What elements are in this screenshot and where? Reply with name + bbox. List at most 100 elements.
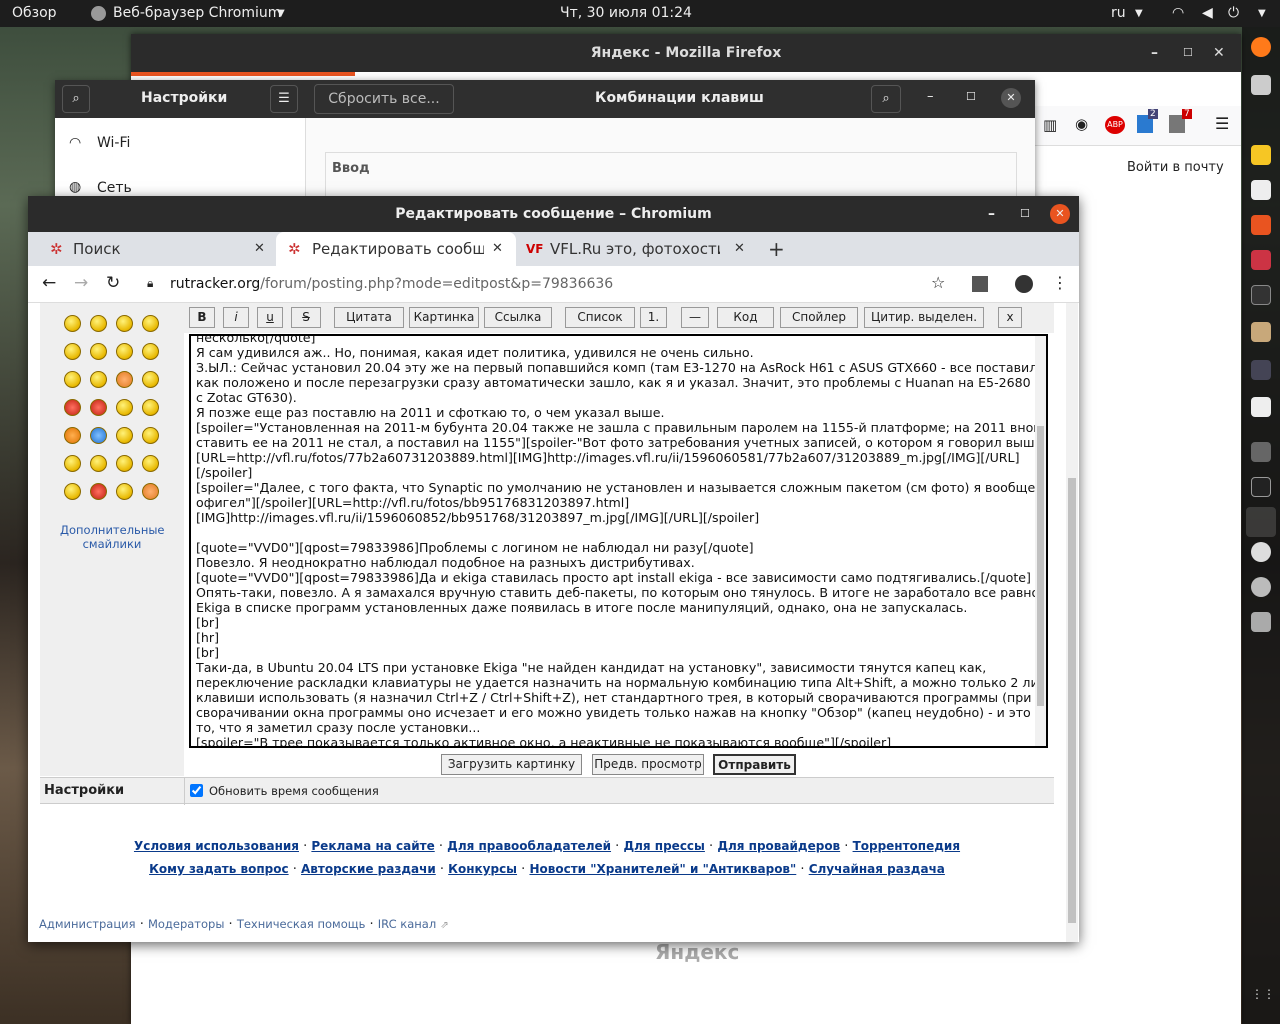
monitor-icon[interactable]: [1251, 360, 1271, 380]
footer-link[interactable]: Конкурсы: [448, 862, 517, 876]
upload-image-button[interactable]: Загрузить картинку: [441, 754, 582, 775]
italic-button[interactable]: i: [223, 307, 249, 328]
close-icon[interactable]: ✕: [734, 232, 745, 266]
smiley-icon[interactable]: [64, 315, 81, 332]
bottom-link[interactable]: IRC канал: [378, 917, 436, 931]
wifi-icon[interactable]: ◠: [1172, 5, 1184, 21]
adblock-icon[interactable]: ABP: [1105, 116, 1125, 134]
smiley-icon[interactable]: [64, 483, 81, 500]
writer-icon[interactable]: [1251, 180, 1271, 200]
sidebar-icon[interactable]: ▥: [1043, 116, 1057, 134]
search-icon[interactable]: ⌕: [62, 85, 90, 113]
archive-icon[interactable]: [1251, 322, 1271, 342]
smiley-icon[interactable]: [90, 315, 107, 332]
image-button[interactable]: Картинка: [409, 307, 479, 328]
smiley-icon[interactable]: [64, 371, 81, 388]
usb-icon[interactable]: [1251, 612, 1271, 632]
minimize-icon[interactable]: –: [988, 196, 995, 232]
login-link[interactable]: Войти в почту: [1127, 160, 1224, 175]
new-tab-icon[interactable]: +: [768, 232, 785, 266]
menu-icon[interactable]: ☰: [270, 85, 298, 113]
link-button[interactable]: Ссылка: [484, 307, 552, 328]
close-icon[interactable]: ✕: [1050, 204, 1070, 224]
forward-icon[interactable]: →: [74, 273, 88, 293]
page-scrollbar[interactable]: [1066, 303, 1078, 942]
quote-button[interactable]: Цитата: [334, 307, 404, 328]
close-icon[interactable]: ✕: [1213, 34, 1225, 72]
exclamation-icon[interactable]: [64, 427, 81, 444]
submit-button[interactable]: Отправить: [713, 754, 796, 775]
tab-edit-message[interactable]: ✲ Редактировать сообщен ✕: [276, 232, 516, 266]
lock-icon[interactable]: 🔒︎: [147, 276, 153, 291]
smiley-icon[interactable]: [142, 371, 159, 388]
arrow-left-icon[interactable]: [64, 455, 81, 472]
update-time-checkbox[interactable]: [190, 784, 203, 797]
minimize-icon[interactable]: –: [927, 89, 934, 104]
footer-link[interactable]: Для правообладателей: [447, 839, 611, 853]
footer-link[interactable]: Авторские раздачи: [301, 862, 436, 876]
arrow-right-icon[interactable]: [142, 427, 159, 444]
footer-link[interactable]: Торрентопедия: [853, 839, 960, 853]
software-icon[interactable]: [1251, 215, 1271, 235]
smiley-icon[interactable]: [90, 343, 107, 360]
footer-link[interactable]: Новости "Хранителей" и "Антикваров": [529, 862, 796, 876]
devil-smiley-icon[interactable]: [90, 399, 107, 416]
footer-link[interactable]: Для прессы: [623, 839, 704, 853]
smiley-icon[interactable]: [64, 343, 81, 360]
code-button[interactable]: Код: [717, 307, 774, 328]
list-button[interactable]: Список: [565, 307, 635, 328]
footer-link[interactable]: Случайная раздача: [809, 862, 945, 876]
scrollbar-thumb[interactable]: [1068, 478, 1076, 923]
search-icon[interactable]: ⌕: [871, 85, 901, 113]
smiley-icon[interactable]: [90, 455, 107, 472]
minimize-icon[interactable]: –: [1151, 34, 1158, 72]
strike-button[interactable]: S: [291, 307, 321, 328]
numbered-list-button[interactable]: 1.: [640, 307, 667, 328]
language-indicator[interactable]: ru: [1111, 5, 1126, 21]
reload-icon[interactable]: ↻: [106, 273, 120, 293]
scrollbar-thumb[interactable]: [1037, 426, 1044, 706]
maximize-icon[interactable]: ☐: [966, 90, 976, 103]
smiley-icon[interactable]: [90, 371, 107, 388]
menu-icon[interactable]: ⋮: [1052, 273, 1068, 292]
close-icon[interactable]: ✕: [1001, 88, 1021, 108]
bookmark-star-icon[interactable]: ☆: [931, 273, 945, 292]
bottom-link[interactable]: Техническая помощь: [237, 917, 366, 931]
help-icon[interactable]: [1251, 250, 1271, 270]
sidebar-item-network[interactable]: Сеть: [97, 180, 132, 196]
message-textarea[interactable]: несколько[/quote] Я сам удивился аж.. Но,…: [189, 334, 1048, 748]
editor-scrollbar[interactable]: [1035, 336, 1046, 746]
tab-search[interactable]: ✲ Поиск ✕: [28, 232, 276, 266]
bottom-link[interactable]: Администрация: [39, 917, 136, 931]
smiley-icon[interactable]: [90, 483, 107, 500]
profile-icon[interactable]: [1015, 275, 1033, 293]
clock[interactable]: Чт, 30 июля 01:24: [560, 5, 692, 21]
close-tags-button[interactable]: x: [998, 307, 1022, 328]
app-menu[interactable]: Веб-браузер Chromium: [113, 5, 281, 21]
chevron-down-icon[interactable]: ▼: [277, 8, 285, 19]
smiley-icon[interactable]: [142, 315, 159, 332]
overview-button[interactable]: Обзор: [12, 5, 57, 21]
smiley-icon[interactable]: [142, 483, 159, 500]
chromium-icon[interactable]: [1246, 507, 1276, 537]
maximize-icon[interactable]: ☐: [1020, 196, 1030, 232]
close-icon[interactable]: ✕: [254, 232, 265, 266]
disk-icon[interactable]: [1251, 542, 1271, 562]
preview-button[interactable]: Предв. просмотр: [592, 754, 704, 775]
volume-icon[interactable]: ◀: [1202, 5, 1213, 21]
smiley-icon[interactable]: [116, 315, 133, 332]
quote-selected-button[interactable]: Цитир. выделен.: [864, 307, 984, 328]
question-icon[interactable]: [90, 427, 107, 444]
disk-icon[interactable]: [1251, 577, 1271, 597]
idea-icon[interactable]: [116, 427, 133, 444]
power-icon[interactable]: ⏻: [1228, 5, 1239, 21]
underline-button[interactable]: u: [257, 307, 283, 328]
extension-icon[interactable]: [972, 276, 988, 292]
maximize-icon[interactable]: ☐: [1183, 34, 1193, 72]
smiley-icon[interactable]: [116, 371, 133, 388]
smiley-icon[interactable]: [142, 399, 159, 416]
sidebar-item-wifi[interactable]: Wi-Fi: [97, 135, 130, 151]
menu-icon[interactable]: ☰: [1215, 114, 1229, 133]
tab-vfl[interactable]: VF VFL.Ru это, фотохостинг ✕: [518, 232, 758, 266]
show-apps-icon[interactable]: ⋮⋮⋮: [1251, 987, 1280, 1007]
